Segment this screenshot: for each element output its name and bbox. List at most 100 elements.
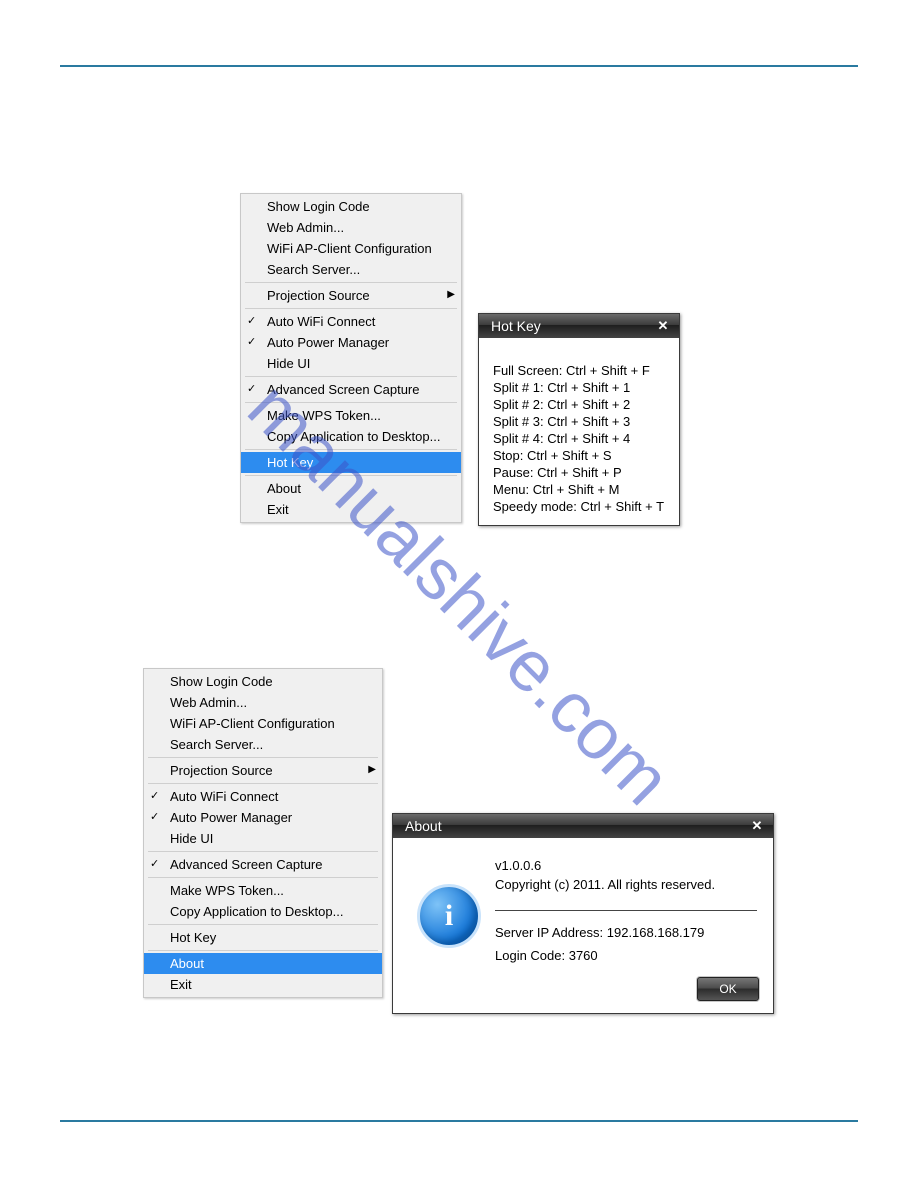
menu-item-label: Search Server... bbox=[170, 737, 263, 752]
about-titlebar: About ✕ bbox=[393, 814, 773, 838]
hotkey-line: Pause: Ctrl + Shift + P bbox=[493, 464, 665, 481]
menu-item-label: Copy Application to Desktop... bbox=[170, 904, 343, 919]
menu-item[interactable]: Copy Application to Desktop... bbox=[144, 901, 382, 922]
menu-item[interactable]: Web Admin... bbox=[144, 692, 382, 713]
menu-item[interactable]: About bbox=[241, 478, 461, 499]
menu-item[interactable]: Hide UI bbox=[144, 828, 382, 849]
menu-item-label: Auto Power Manager bbox=[267, 335, 389, 350]
menu-item[interactable]: Exit bbox=[241, 499, 461, 520]
menu-item-label: Make WPS Token... bbox=[267, 408, 381, 423]
hotkey-body: Full Screen: Ctrl + Shift + FSplit # 1: … bbox=[479, 338, 679, 525]
hotkey-line: Full Screen: Ctrl + Shift + F bbox=[493, 362, 665, 379]
hotkey-line: Split # 3: Ctrl + Shift + 3 bbox=[493, 413, 665, 430]
close-icon[interactable]: ✕ bbox=[747, 818, 767, 834]
menu-separator bbox=[245, 475, 457, 476]
menu-item-label: Hide UI bbox=[170, 831, 213, 846]
menu-item[interactable]: ✓ Advanced Screen Capture bbox=[144, 854, 382, 875]
menu-item-label: Projection Source bbox=[170, 763, 273, 778]
menu-separator bbox=[148, 877, 378, 878]
menu-item-label: Auto WiFi Connect bbox=[170, 789, 278, 804]
menu-separator bbox=[148, 757, 378, 758]
chevron-right-icon: ▶ bbox=[447, 289, 455, 300]
check-icon: ✓ bbox=[247, 382, 261, 395]
hotkey-line: Split # 1: Ctrl + Shift + 1 bbox=[493, 379, 665, 396]
menu-separator bbox=[148, 851, 378, 852]
menu-item[interactable]: ✓ Advanced Screen Capture bbox=[241, 379, 461, 400]
menu-item-label: Projection Source bbox=[267, 288, 370, 303]
close-icon[interactable]: ✕ bbox=[653, 318, 673, 334]
menu-item-label: Auto Power Manager bbox=[170, 810, 292, 825]
menu-item-label: Search Server... bbox=[267, 262, 360, 277]
about-copyright: Copyright (c) 2011. All rights reserved. bbox=[495, 877, 757, 892]
menu-separator bbox=[245, 449, 457, 450]
menu-item[interactable]: Search Server... bbox=[241, 259, 461, 280]
menu-item-label: WiFi AP-Client Configuration bbox=[170, 716, 335, 731]
menu-item-label: Exit bbox=[267, 502, 289, 517]
menu-item-label: Show Login Code bbox=[267, 199, 370, 214]
menu-item-label: Web Admin... bbox=[267, 220, 344, 235]
about-divider bbox=[495, 910, 757, 911]
check-icon: ✓ bbox=[150, 857, 164, 870]
check-icon: ✓ bbox=[247, 335, 261, 348]
menu-item[interactable]: Show Login Code bbox=[241, 196, 461, 217]
menu-item-label: Exit bbox=[170, 977, 192, 992]
menu-item[interactable]: WiFi AP-Client Configuration bbox=[241, 238, 461, 259]
menu-item[interactable]: Hide UI bbox=[241, 353, 461, 374]
menu-item-label: About bbox=[267, 481, 301, 496]
hotkey-title: Hot Key bbox=[491, 318, 653, 334]
menu-item-label: Hot Key bbox=[267, 455, 313, 470]
menu-separator bbox=[245, 402, 457, 403]
about-body: i v1.0.0.6 Copyright (c) 2011. All right… bbox=[393, 838, 773, 977]
menu-item[interactable]: Projection Source ▶ bbox=[241, 285, 461, 306]
check-icon: ✓ bbox=[247, 314, 261, 327]
about-icon-col: i bbox=[409, 858, 489, 963]
menu-item[interactable]: ✓ Auto Power Manager bbox=[241, 332, 461, 353]
menu-item-label: Advanced Screen Capture bbox=[267, 382, 419, 397]
hotkey-dialog: Hot Key ✕ Full Screen: Ctrl + Shift + FS… bbox=[478, 313, 680, 526]
about-server-ip: Server IP Address: 192.168.168.179 bbox=[495, 925, 757, 940]
menu-item[interactable]: Make WPS Token... bbox=[144, 880, 382, 901]
menu-item[interactable]: Copy Application to Desktop... bbox=[241, 426, 461, 447]
menu-item-label: Hide UI bbox=[267, 356, 310, 371]
menu-separator bbox=[245, 308, 457, 309]
ok-button[interactable]: OK bbox=[697, 977, 759, 1001]
menu-separator bbox=[245, 282, 457, 283]
context-menu-hotkey: Show Login Code Web Admin... WiFi AP-Clien… bbox=[240, 193, 462, 523]
chevron-right-icon: ▶ bbox=[368, 764, 376, 775]
menu-separator bbox=[148, 950, 378, 951]
about-login-code: Login Code: 3760 bbox=[495, 948, 757, 963]
check-icon: ✓ bbox=[150, 789, 164, 802]
hotkey-line: Stop: Ctrl + Shift + S bbox=[493, 447, 665, 464]
menu-item-label: Hot Key bbox=[170, 930, 216, 945]
hotkey-line: Menu: Ctrl + Shift + M bbox=[493, 481, 665, 498]
about-version: v1.0.0.6 bbox=[495, 858, 757, 873]
menu-item[interactable]: Search Server... bbox=[144, 734, 382, 755]
about-title: About bbox=[405, 818, 747, 834]
menu-item[interactable]: Exit bbox=[144, 974, 382, 995]
menu-item[interactable]: ✓ Auto WiFi Connect bbox=[144, 786, 382, 807]
menu-item-label: Advanced Screen Capture bbox=[170, 857, 322, 872]
menu-item[interactable]: Hot Key bbox=[144, 927, 382, 948]
menu-item[interactable]: Projection Source ▶ bbox=[144, 760, 382, 781]
page-bottom-rule bbox=[60, 1120, 858, 1122]
menu-item[interactable]: WiFi AP-Client Configuration bbox=[144, 713, 382, 734]
hotkey-line: Split # 4: Ctrl + Shift + 4 bbox=[493, 430, 665, 447]
menu-item-label: Make WPS Token... bbox=[170, 883, 284, 898]
info-icon: i bbox=[417, 884, 481, 948]
page-top-rule bbox=[60, 65, 858, 67]
about-footer: OK bbox=[393, 977, 773, 1013]
about-dialog: About ✕ i v1.0.0.6 Copyright (c) 2011. A… bbox=[392, 813, 774, 1014]
menu-item[interactable]: About bbox=[144, 953, 382, 974]
menu-item[interactable]: ✓ Auto Power Manager bbox=[144, 807, 382, 828]
menu-item-label: Show Login Code bbox=[170, 674, 273, 689]
menu-item-label: Copy Application to Desktop... bbox=[267, 429, 440, 444]
menu-separator bbox=[148, 924, 378, 925]
menu-separator bbox=[148, 783, 378, 784]
menu-item-label: About bbox=[170, 956, 204, 971]
menu-item[interactable]: Hot Key bbox=[241, 452, 461, 473]
menu-item[interactable]: Web Admin... bbox=[241, 217, 461, 238]
menu-item[interactable]: Make WPS Token... bbox=[241, 405, 461, 426]
check-icon: ✓ bbox=[150, 810, 164, 823]
menu-item[interactable]: ✓Auto WiFi Connect bbox=[241, 311, 461, 332]
menu-item[interactable]: Show Login Code bbox=[144, 671, 382, 692]
